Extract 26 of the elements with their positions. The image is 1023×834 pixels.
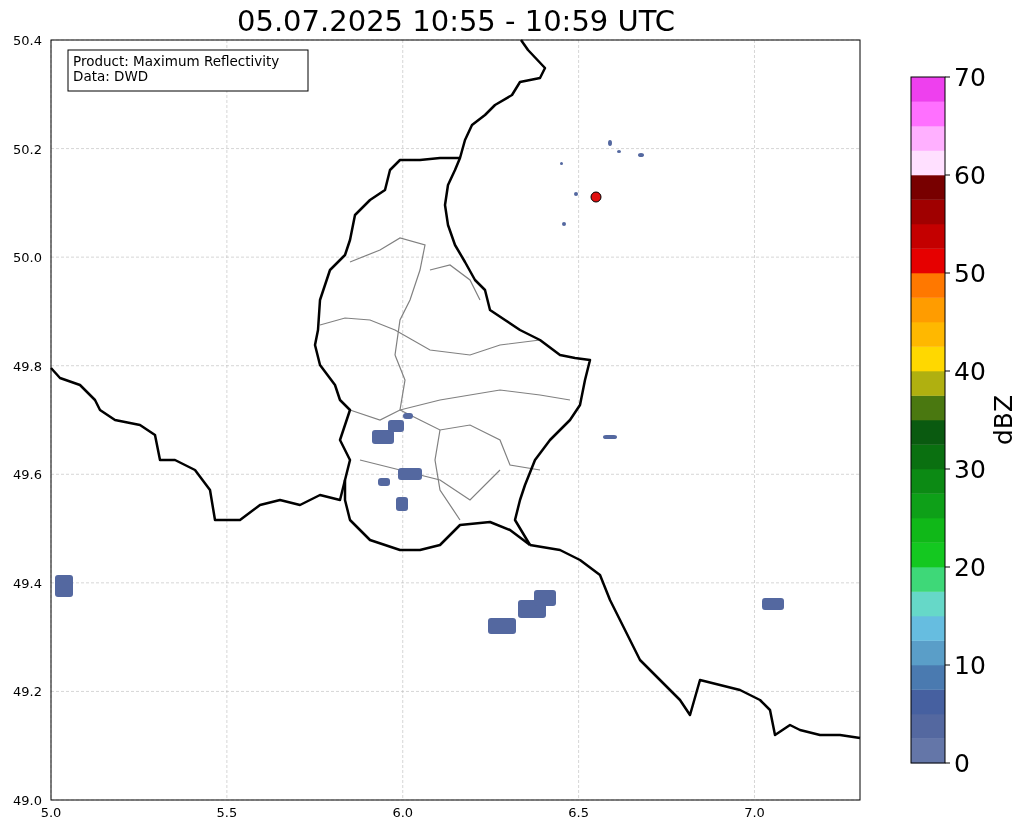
colorbar-tick-label: 10 [954,651,986,680]
y-tick-label: 49.0 [13,793,42,808]
x-tick-label: 7.0 [744,805,765,820]
y-tick-label: 50.4 [13,33,42,48]
y-tick-label: 50.2 [13,141,42,157]
colorbar-tick-label: 30 [954,455,986,484]
x-tick-label: 5.5 [216,805,238,820]
location-marker [590,191,602,203]
colorbar-tick-label: 60 [954,161,986,190]
y-tick-label: 49.2 [13,684,42,700]
x-tick-label: 5.0 [40,805,62,820]
chart-title: 05.07.2025 10:55 - 10:59 UTC [237,4,675,38]
colorbar-tick-label: 0 [954,749,970,778]
colorbar-label: dBZ [989,394,1018,446]
x-tick-label: 6.5 [568,805,589,820]
x-tick-label: 6.0 [392,805,414,820]
y-tick-label: 49.6 [13,467,42,483]
info-text: Product: Maximum Reflectivity [73,53,280,69]
colorbar-tick-label: 20 [954,553,986,582]
colorbar-tick-label: 50 [954,259,986,288]
y-tick-label: 49.8 [13,358,42,374]
y-tick-label: 50.0 [13,250,42,266]
info-text: Data: DWD [73,68,149,84]
y-tick-label: 49.4 [13,575,42,591]
colorbar-tick-label: 40 [954,357,986,386]
colorbar-tick-label: 70 [954,63,986,92]
